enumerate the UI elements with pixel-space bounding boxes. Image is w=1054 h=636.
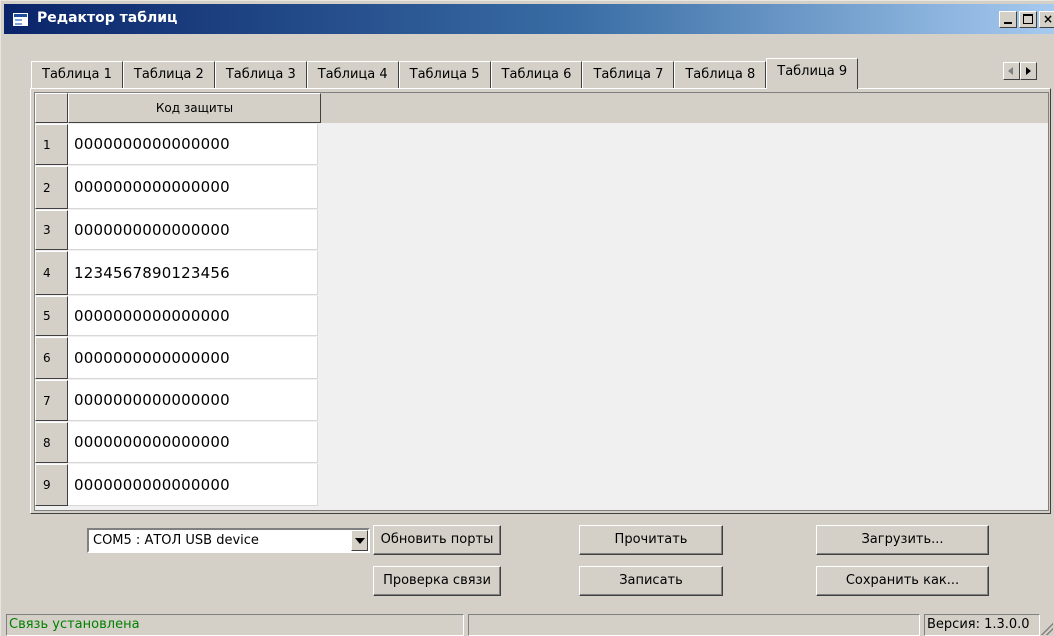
version-label: Версия: 1.3.0.0 <box>924 614 1040 636</box>
maximize-button[interactable] <box>1019 11 1037 28</box>
tab-6[interactable]: Таблица 6 <box>490 61 583 89</box>
app-icon <box>12 12 29 27</box>
row-header[interactable]: 5 <box>35 296 68 336</box>
port-select-value: COM5 : АТОЛ USB device <box>93 533 259 548</box>
table-row[interactable]: 8 0000000000000000 <box>35 422 321 463</box>
table-row[interactable]: 1 0000000000000000 <box>35 124 321 165</box>
table-row[interactable]: 6 0000000000000000 <box>35 337 321 379</box>
close-button[interactable]: × <box>1039 11 1054 28</box>
table-row[interactable]: 5 0000000000000000 <box>35 296 321 336</box>
arrow-left-icon <box>1008 67 1013 75</box>
title-bar[interactable]: Редактор таблиц × <box>4 4 1054 34</box>
minimize-icon <box>1004 22 1012 24</box>
tab-5[interactable]: Таблица 5 <box>398 61 491 89</box>
protection-code-cell[interactable]: 0000000000000000 <box>68 422 318 463</box>
read-button[interactable]: Прочитать <box>579 525 723 555</box>
table-row[interactable]: 9 0000000000000000 <box>35 464 321 506</box>
tab-scroll-controls <box>1003 62 1037 80</box>
port-select[interactable]: COM5 : АТОЛ USB device <box>87 528 370 553</box>
dropdown-arrow-icon[interactable] <box>351 530 368 551</box>
protection-code-cell[interactable]: 0000000000000000 <box>68 337 318 379</box>
data-grid[interactable]: Код защиты 1 0000000000000000 2 00000000000… <box>34 92 1049 511</box>
resize-grip-icon[interactable] <box>1041 623 1053 635</box>
row-header[interactable]: 3 <box>35 210 68 250</box>
protection-code-cell[interactable]: 0000000000000000 <box>68 124 318 165</box>
tab-scroll-right-button[interactable] <box>1020 62 1037 80</box>
grid-corner[interactable] <box>35 93 68 123</box>
tab-panel: Код защиты 1 0000000000000000 2 00000000000… <box>30 88 1051 514</box>
window-title: Редактор таблиц <box>37 10 178 26</box>
table-row[interactable]: 7 0000000000000000 <box>35 380 321 421</box>
table-row[interactable]: 2 0000000000000000 <box>35 166 321 209</box>
close-icon: × <box>1042 12 1054 26</box>
connection-status: Связь установлена <box>6 614 464 636</box>
protection-code-cell[interactable]: 0000000000000000 <box>68 296 318 336</box>
row-header[interactable]: 1 <box>35 124 68 165</box>
row-header[interactable]: 2 <box>35 166 68 209</box>
tab-4[interactable]: Таблица 4 <box>306 61 399 89</box>
table-row[interactable]: 3 0000000000000000 <box>35 210 321 250</box>
grid-header-empty <box>321 93 1048 123</box>
protection-code-cell[interactable]: 0000000000000000 <box>68 210 318 250</box>
tab-7[interactable]: Таблица 7 <box>582 61 675 89</box>
load-button[interactable]: Загрузить... <box>816 525 989 555</box>
tab-8[interactable]: Таблица 8 <box>674 61 767 89</box>
save-as-button[interactable]: Сохранить как... <box>816 566 989 596</box>
tab-9[interactable]: Таблица 9 <box>766 58 859 89</box>
main-window: Редактор таблиц × Таблица 1 Таблица 2 Табл… <box>0 0 1054 636</box>
row-header[interactable]: 8 <box>35 422 68 463</box>
tab-1[interactable]: Таблица 1 <box>31 61 123 89</box>
tab-strip: Таблица 1 Таблица 2 Таблица 3 Таблица 4 Табл… <box>31 58 859 89</box>
tab-2[interactable]: Таблица 2 <box>122 61 215 89</box>
row-header[interactable]: 6 <box>35 337 68 379</box>
protection-code-cell[interactable]: 0000000000000000 <box>68 166 318 209</box>
column-header-protection-code[interactable]: Код защиты <box>68 93 321 123</box>
protection-code-cell[interactable]: 0000000000000000 <box>68 380 318 421</box>
tab-3[interactable]: Таблица 3 <box>214 61 307 89</box>
protection-code-cell[interactable]: 1234567890123456 <box>68 251 318 295</box>
maximize-icon <box>1023 14 1033 24</box>
write-button[interactable]: Записать <box>579 566 723 596</box>
window-controls: × <box>999 11 1054 28</box>
row-header[interactable]: 7 <box>35 380 68 421</box>
refresh-ports-button[interactable]: Обновить порты <box>373 525 501 555</box>
row-header[interactable]: 9 <box>35 464 68 506</box>
minimize-button[interactable] <box>999 11 1017 28</box>
row-header[interactable]: 4 <box>35 251 68 295</box>
status-bar: Связь установлена Версия: 1.3.0.0 <box>4 611 1054 636</box>
tab-scroll-left-button[interactable] <box>1003 62 1020 80</box>
arrow-right-icon <box>1026 67 1031 75</box>
table-row[interactable]: 4 1234567890123456 <box>35 251 321 295</box>
status-panel-empty <box>468 614 920 636</box>
protection-code-cell[interactable]: 0000000000000000 <box>68 464 318 506</box>
check-connection-button[interactable]: Проверка связи <box>373 566 501 596</box>
